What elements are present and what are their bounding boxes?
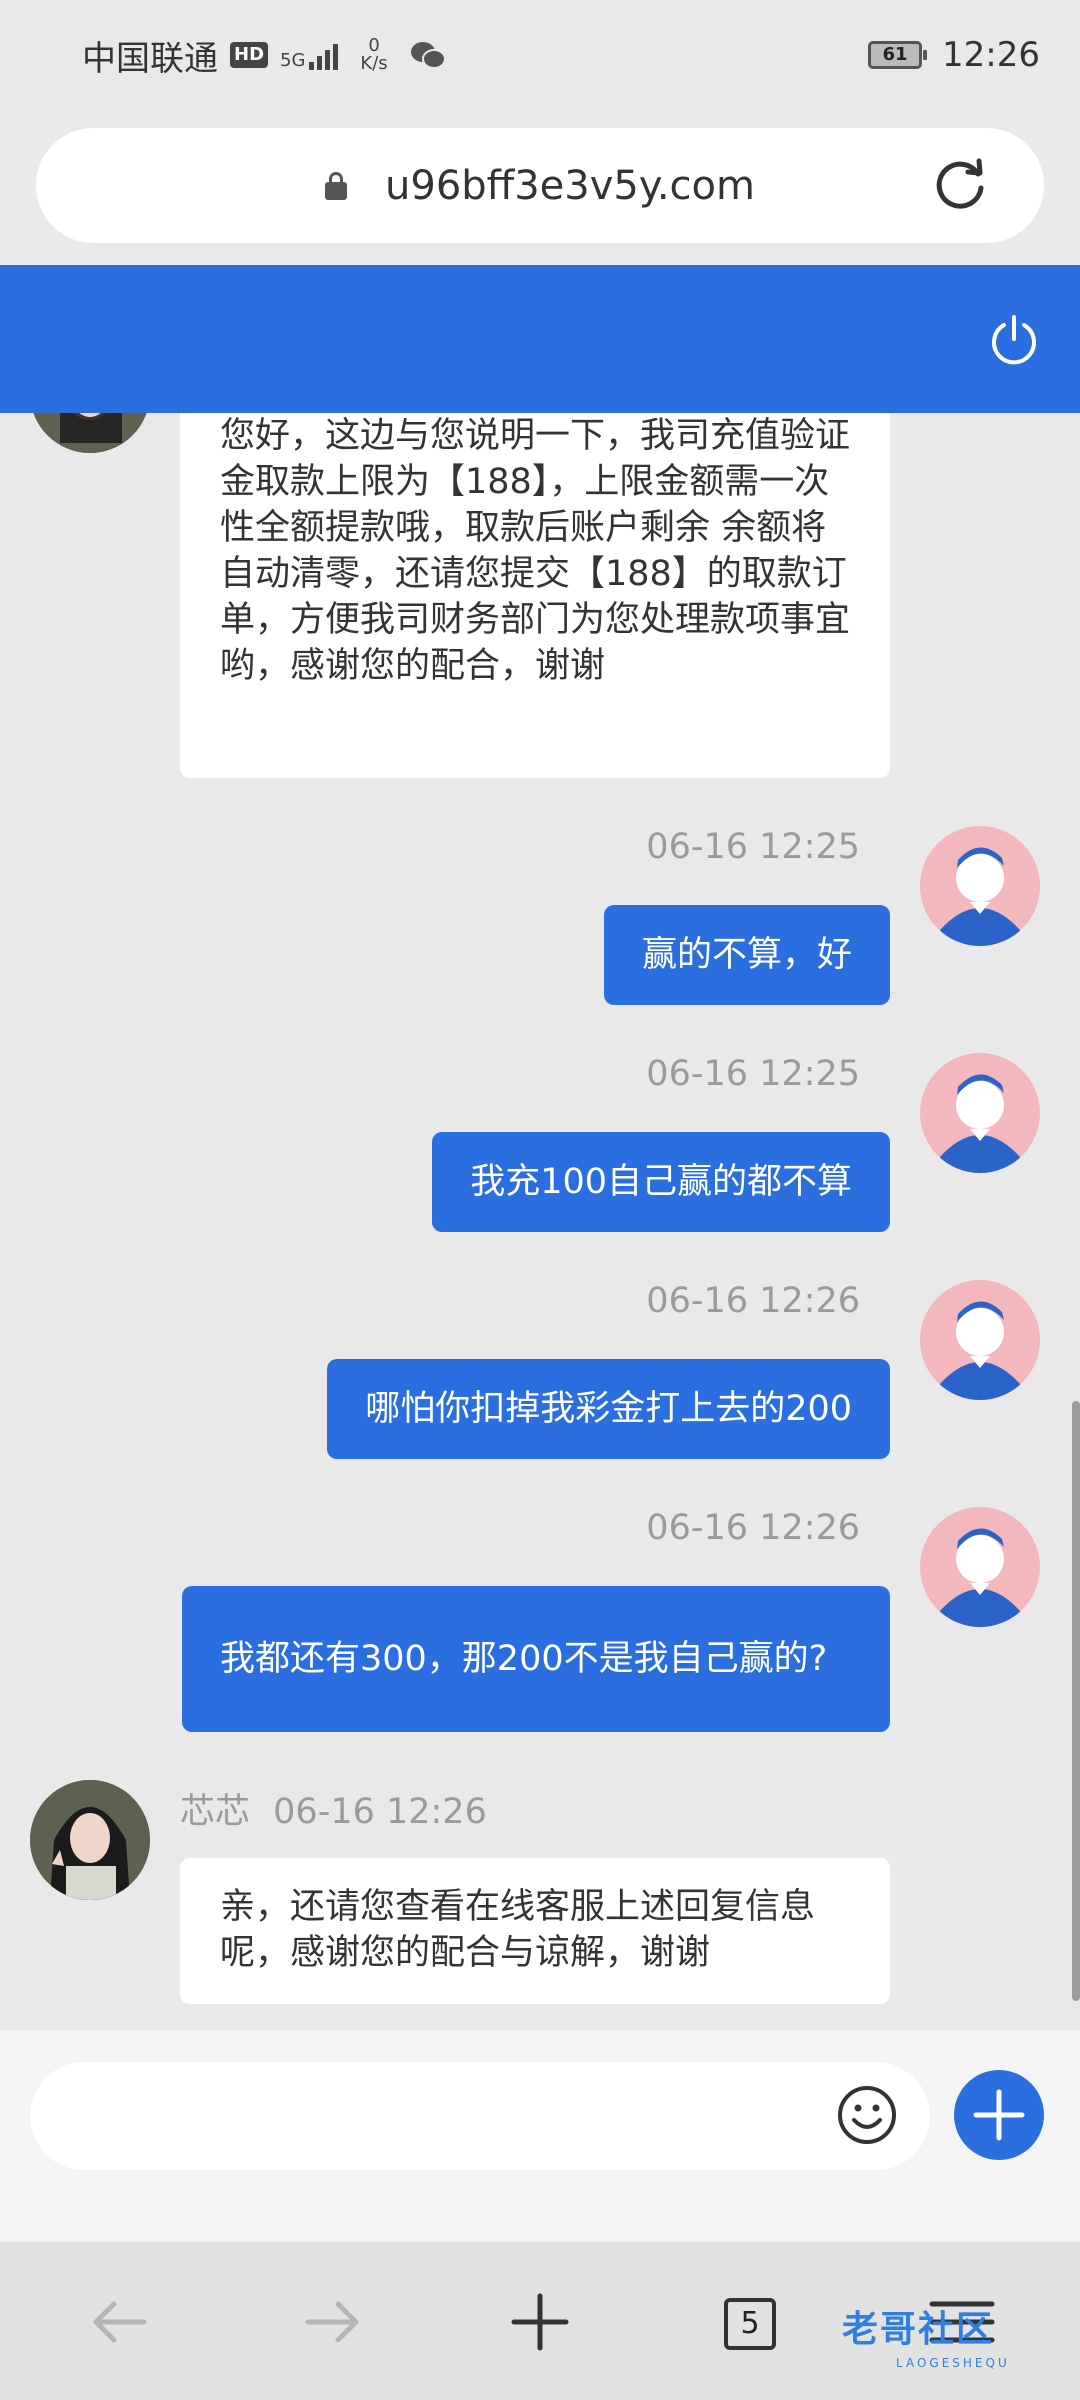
sender-name: 芯芯 <box>180 1792 251 1832</box>
status-right: 61 12:26 <box>868 35 1040 75</box>
hd-badge: HD <box>230 42 269 68</box>
forward-icon[interactable] <box>290 2282 370 2362</box>
emoji-icon[interactable] <box>836 2084 898 2146</box>
url-text[interactable]: u96bff3e3v5y.com <box>385 163 755 209</box>
scrollbar[interactable] <box>1072 1401 1080 2001</box>
new-tab-icon[interactable] <box>500 2282 580 2362</box>
message-bubble-outgoing: 我都还有300，那200不是我自己赢的? <box>182 1586 890 1732</box>
message-text: 我都还有300，那200不是我自己赢的? <box>220 1639 828 1679</box>
user-avatar <box>920 1053 1040 1173</box>
message-bubble-incoming: 亲，还请您查看在线客服上述回复信息呢，感谢您的配合与谅解，谢谢 <box>180 1858 890 2004</box>
net-speed: 0 K/s <box>360 37 387 73</box>
network-label: 5G <box>280 50 306 71</box>
message-timestamp: 06-16 12:25 <box>646 827 860 867</box>
message-text: 赢的不算，好 <box>641 935 852 975</box>
user-avatar <box>920 826 1040 946</box>
chat-header <box>0 265 1080 413</box>
user-avatar <box>920 1280 1040 1400</box>
message-text: 亲，还请您查看在线客服上述回复信息呢，感谢您的配合与谅解，谢谢 <box>220 1887 816 1973</box>
net-speed-unit: K/s <box>360 53 388 74</box>
chat-messages[interactable]: 您好，这边与您说明一下，我司充值验证金取款上限为【188】，上限金额需一次性全额… <box>0 413 1080 2030</box>
watermark-sub: LAOGESHEQU <box>896 2356 1010 2370</box>
message-bubble-outgoing: 哪怕你扣掉我彩金打上去的200 <box>327 1359 890 1459</box>
tabs-count-button[interactable]: 5 <box>724 2298 776 2350</box>
lock-icon <box>325 171 348 200</box>
status-left: 中国联通 HD 5G 0 K/s <box>82 31 446 80</box>
message-bubble-incoming: 您好，这边与您说明一下，我司充值验证金取款上限为【188】，上限金额需一次性全额… <box>180 413 890 778</box>
signal-icon: 5G <box>280 40 339 71</box>
power-icon[interactable] <box>986 311 1042 367</box>
sender-and-time: 芯芯 06-16 12:26 <box>180 1783 487 1834</box>
message-text: 我充100自己赢的都不算 <box>470 1162 852 1202</box>
message-bubble-outgoing: 赢的不算，好 <box>603 905 890 1005</box>
clock: 12:26 <box>942 35 1040 75</box>
status-bar: 中国联通 HD 5G 0 K/s 61 12:26 <box>0 0 1080 110</box>
message-timestamp: 06-16 12:26 <box>273 1792 487 1832</box>
carrier-label: 中国联通 <box>82 38 218 79</box>
wechat-icon <box>410 42 446 69</box>
user-avatar <box>920 1507 1040 1627</box>
message-text: 您好，这边与您说明一下，我司充值验证金取款上限为【188】，上限金额需一次性全额… <box>220 416 851 686</box>
url-bar[interactable]: u96bff3e3v5y.com <box>36 128 1044 243</box>
composer <box>0 2030 1080 2242</box>
watermark-logo: 老哥社区 <box>842 2309 995 2350</box>
back-icon[interactable] <box>82 2282 162 2362</box>
plus-icon[interactable] <box>954 2070 1044 2160</box>
message-bubble-outgoing: 我充100自己赢的都不算 <box>432 1132 890 1232</box>
message-timestamp: 06-16 12:25 <box>646 1054 860 1094</box>
message-timestamp: 06-16 12:26 <box>646 1281 860 1321</box>
message-timestamp: 06-16 12:26 <box>646 1508 860 1548</box>
message-text: 哪怕你扣掉我彩金打上去的200 <box>365 1389 852 1429</box>
message-input[interactable] <box>30 2062 930 2170</box>
battery-icon: 61 <box>868 41 928 69</box>
agent-avatar <box>30 1780 150 1900</box>
reload-icon[interactable] <box>932 158 988 214</box>
agent-avatar <box>30 413 150 453</box>
